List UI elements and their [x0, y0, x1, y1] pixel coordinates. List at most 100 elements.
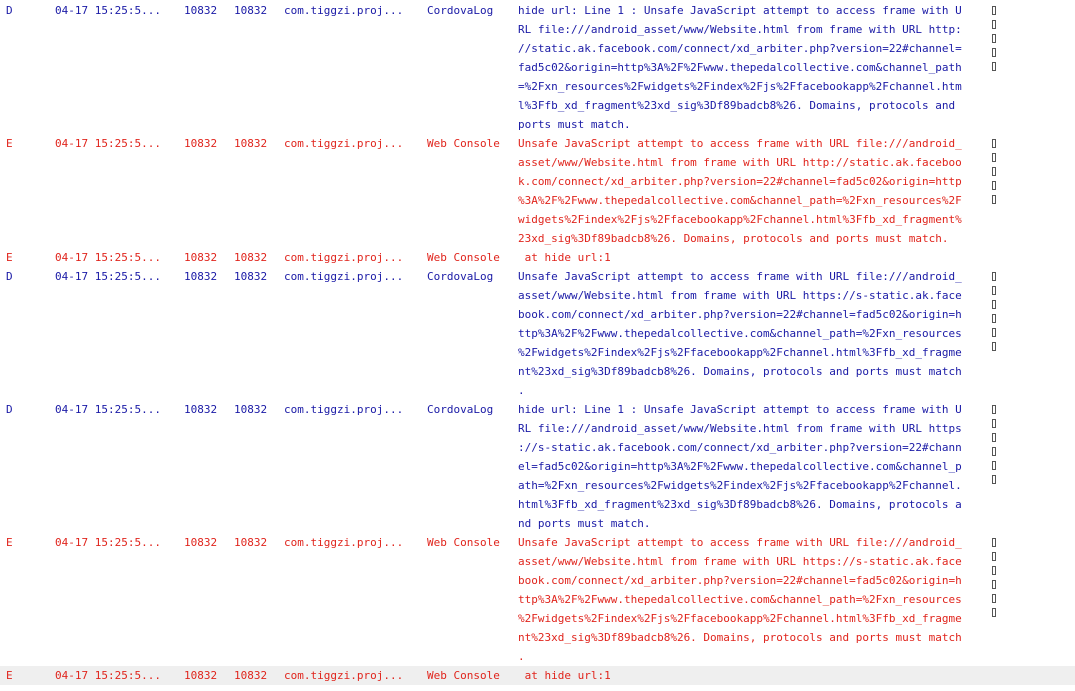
- log-message: Unsafe JavaScript attempt to access fram…: [518, 267, 988, 400]
- log-pid: 10832: [184, 669, 218, 682]
- log-row[interactable]: E 04-17 15:25:5... 10832 10832 com.tiggz…: [0, 666, 1075, 685]
- line-wrap-icon: [992, 34, 996, 43]
- log-application: com.tiggzi.proj...: [284, 270, 404, 283]
- log-message-line: html%3Ffb_xd_fragment%23xd_sig%3Df89badc…: [518, 498, 962, 511]
- log-table: D 04-17 15:25:5... 10832 10832 com.tiggz…: [0, 1, 1075, 685]
- log-pid: 10832: [184, 403, 218, 416]
- line-wrap-icon: [992, 300, 996, 309]
- log-application: com.tiggzi.proj...: [284, 536, 404, 549]
- log-tag: CordovaLog: [427, 403, 494, 416]
- log-message-line: Unsafe JavaScript attempt to access fram…: [518, 137, 962, 150]
- line-wrap-icon: [992, 552, 996, 561]
- log-tid: 10832: [234, 4, 268, 17]
- log-message-line: fad5c02&origin=http%3A%2F%2Fwww.thepedal…: [518, 61, 962, 74]
- log-message-line: RL file:///android_asset/www/Website.htm…: [518, 422, 962, 435]
- log-message-line: ://s-static.ak.facebook.com/connect/xd_a…: [518, 441, 962, 454]
- log-message-line: k.com/connect/xd_arbiter.php?version=22#…: [518, 175, 962, 188]
- log-message-line: at hide url:1: [518, 669, 611, 682]
- log-application: com.tiggzi.proj...: [284, 251, 404, 264]
- log-row[interactable]: E 04-17 15:25:5... 10832 10832 com.tiggz…: [0, 134, 1075, 248]
- log-message-line: .: [518, 384, 525, 397]
- line-wrap-icon: [992, 139, 996, 148]
- log-message: Unsafe JavaScript attempt to access fram…: [518, 533, 988, 666]
- line-wrap-icon: [992, 419, 996, 428]
- log-message-line: =%2Fxn_resources%2Fwidgets%2Findex%2Fjs%…: [518, 80, 962, 93]
- log-level: E: [6, 251, 13, 264]
- log-tid: 10832: [234, 137, 268, 150]
- log-message-line: ports must match.: [518, 118, 631, 131]
- line-wrap-markers: [992, 134, 1002, 248]
- log-row[interactable]: E 04-17 15:25:5... 10832 10832 com.tiggz…: [0, 533, 1075, 666]
- line-wrap-icon: [992, 20, 996, 29]
- log-message-line: .: [518, 650, 525, 663]
- log-message-line: ttp%3A%2F%2Fwww.thepedalcollective.com&c…: [518, 593, 962, 606]
- log-message-line: at hide url:1: [518, 251, 611, 264]
- log-time: 04-17 15:25:5...: [55, 270, 161, 283]
- log-level: D: [6, 403, 13, 416]
- log-pid: 10832: [184, 137, 218, 150]
- log-application: com.tiggzi.proj...: [284, 669, 404, 682]
- line-wrap-icon: [992, 566, 996, 575]
- log-message-line: //static.ak.facebook.com/connect/xd_arbi…: [518, 42, 962, 55]
- log-pid: 10832: [184, 270, 218, 283]
- log-time: 04-17 15:25:5...: [55, 536, 161, 549]
- log-level: E: [6, 669, 13, 682]
- log-tid: 10832: [234, 403, 268, 416]
- log-message-line: nt%23xd_sig%3Df89badcb8%26. Domains, pro…: [518, 365, 962, 378]
- log-tag: Web Console: [427, 536, 500, 549]
- log-tid: 10832: [234, 251, 268, 264]
- log-message-line: book.com/connect/xd_arbiter.php?version=…: [518, 574, 962, 587]
- log-message-line: ttp%3A%2F%2Fwww.thepedalcollective.com&c…: [518, 327, 962, 340]
- log-tag: Web Console: [427, 669, 500, 682]
- line-wrap-icon: [992, 608, 996, 617]
- log-row[interactable]: D 04-17 15:25:5... 10832 10832 com.tiggz…: [0, 1, 1075, 134]
- log-time: 04-17 15:25:5...: [55, 251, 161, 264]
- line-wrap-icon: [992, 580, 996, 589]
- log-tag: Web Console: [427, 251, 500, 264]
- line-wrap-icon: [992, 195, 996, 204]
- log-message-line: Unsafe JavaScript attempt to access fram…: [518, 270, 962, 283]
- log-message-line: book.com/connect/xd_arbiter.php?version=…: [518, 308, 962, 321]
- log-tag: Web Console: [427, 137, 500, 150]
- log-message-line: %2Fwidgets%2Findex%2Fjs%2Ffacebookapp%2F…: [518, 346, 962, 359]
- log-message-line: asset/www/Website.html from frame with U…: [518, 555, 962, 568]
- log-tag: CordovaLog: [427, 4, 494, 17]
- log-time: 04-17 15:25:5...: [55, 669, 161, 682]
- line-wrap-icon: [992, 272, 996, 281]
- log-row[interactable]: E 04-17 15:25:5... 10832 10832 com.tiggz…: [0, 248, 1075, 267]
- line-wrap-icon: [992, 461, 996, 470]
- log-level: E: [6, 137, 13, 150]
- log-row[interactable]: D 04-17 15:25:5... 10832 10832 com.tiggz…: [0, 400, 1075, 533]
- log-pid: 10832: [184, 4, 218, 17]
- line-wrap-icon: [992, 328, 996, 337]
- line-wrap-icon: [992, 538, 996, 547]
- log-level: D: [6, 270, 13, 283]
- log-message-line: nd ports must match.: [518, 517, 651, 530]
- line-wrap-icon: [992, 62, 996, 71]
- log-level: E: [6, 536, 13, 549]
- log-tag: CordovaLog: [427, 270, 494, 283]
- log-message-line: nt%23xd_sig%3Df89badcb8%26. Domains, pro…: [518, 631, 962, 644]
- line-wrap-markers: [992, 267, 1002, 400]
- line-wrap-icon: [992, 447, 996, 456]
- log-message-line: widgets%2Findex%2Fjs%2Ffacebookapp%2Fcha…: [518, 213, 962, 226]
- line-wrap-icon: [992, 153, 996, 162]
- log-time: 04-17 15:25:5...: [55, 403, 161, 416]
- log-application: com.tiggzi.proj...: [284, 4, 404, 17]
- log-message: Unsafe JavaScript attempt to access fram…: [518, 134, 988, 248]
- line-wrap-icon: [992, 314, 996, 323]
- log-message-line: hide url: Line 1 : Unsafe JavaScript att…: [518, 4, 962, 17]
- log-pid: 10832: [184, 251, 218, 264]
- log-application: com.tiggzi.proj...: [284, 403, 404, 416]
- log-application: com.tiggzi.proj...: [284, 137, 404, 150]
- line-wrap-icon: [992, 48, 996, 57]
- log-message-line: Unsafe JavaScript attempt to access fram…: [518, 536, 962, 549]
- log-level: D: [6, 4, 13, 17]
- log-message-line: %3A%2F%2Fwww.thepedalcollective.com&chan…: [518, 194, 962, 207]
- log-row[interactable]: D 04-17 15:25:5... 10832 10832 com.tiggz…: [0, 267, 1075, 400]
- line-wrap-markers: [992, 400, 1002, 533]
- log-pid: 10832: [184, 536, 218, 549]
- line-wrap-icon: [992, 405, 996, 414]
- log-message: hide url: Line 1 : Unsafe JavaScript att…: [518, 1, 988, 134]
- line-wrap-icon: [992, 6, 996, 15]
